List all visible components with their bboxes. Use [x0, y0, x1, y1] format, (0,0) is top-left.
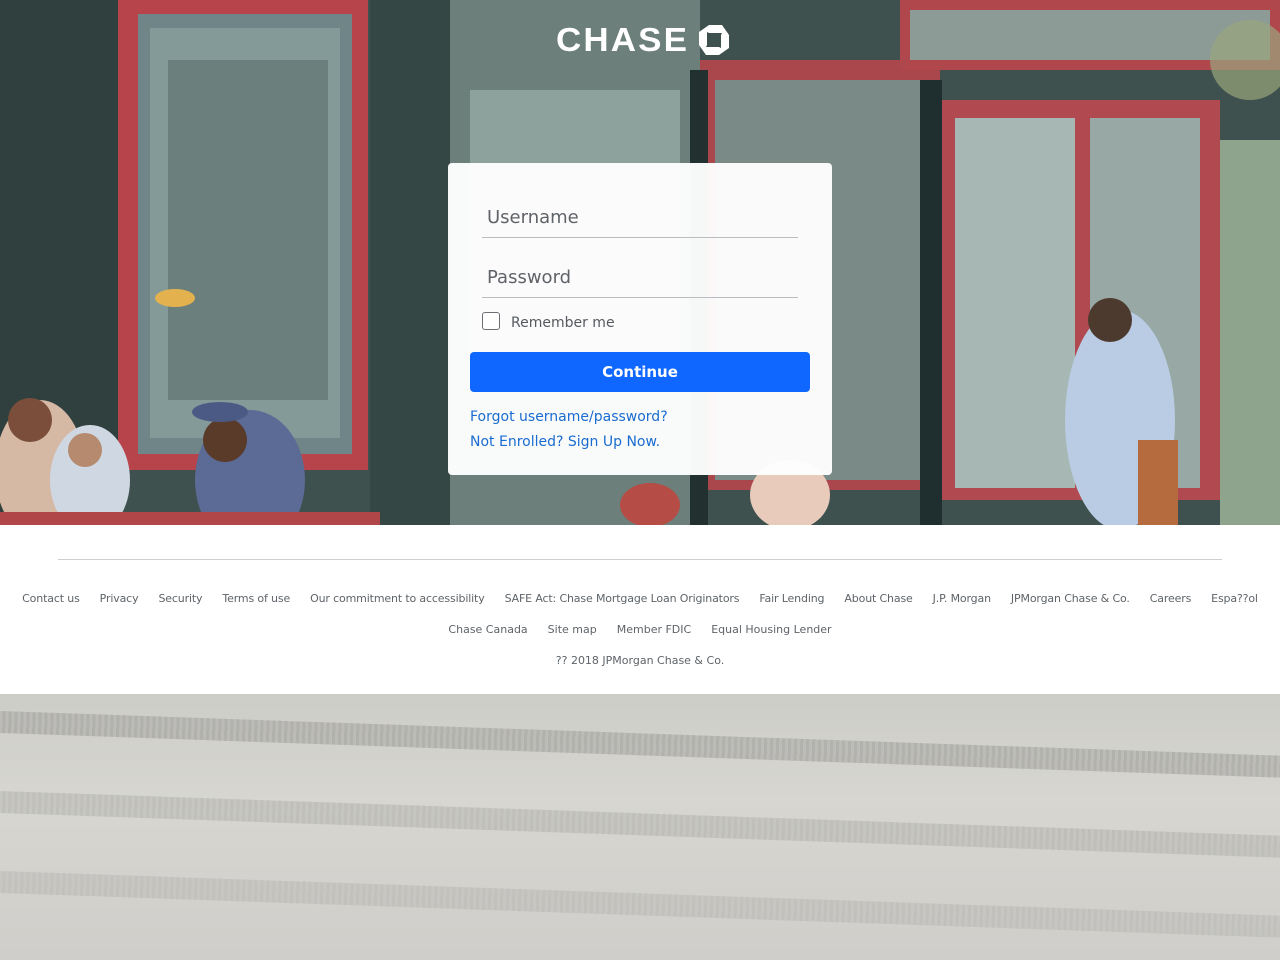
continue-button[interactable]: Continue — [470, 352, 810, 392]
brand-name: CHASE — [556, 21, 690, 58]
footer-link-espanol[interactable]: Espa??ol — [1211, 592, 1258, 605]
remember-me-toggle[interactable]: Remember me — [482, 311, 615, 331]
footer-links-primary: Contact us Privacy Security Terms of use… — [0, 592, 1280, 605]
login-panel: Remember me Continue Forgot username/pas… — [448, 163, 832, 475]
footer-link-jpmorgan-chase[interactable]: JPMorgan Chase & Co. — [1011, 592, 1130, 605]
footer-copyright-row: ?? 2018 JPMorgan Chase & Co. — [0, 654, 1280, 667]
footer-link-equal-housing[interactable]: Equal Housing Lender — [711, 623, 831, 636]
footer-link-contact-us[interactable]: Contact us — [22, 592, 80, 605]
footer-links-secondary: Chase Canada Site map Member FDIC Equal … — [0, 623, 1280, 636]
username-input[interactable] — [482, 198, 798, 238]
copyright-text: ?? 2018 JPMorgan Chase & Co. — [555, 654, 725, 667]
password-input[interactable] — [482, 258, 798, 298]
login-page: CHASE Remember me — [0, 0, 1280, 960]
remember-me-label: Remember me — [511, 315, 615, 331]
footer-link-privacy[interactable]: Privacy — [100, 592, 139, 605]
footer-link-security[interactable]: Security — [158, 592, 202, 605]
remember-me-checkbox[interactable] — [482, 312, 500, 330]
enroll-link[interactable]: Not Enrolled? Sign Up Now. — [470, 434, 660, 450]
footer-link-safe-act[interactable]: SAFE Act: Chase Mortgage Loan Originator… — [505, 592, 740, 605]
footer-link-member-fdic[interactable]: Member FDIC — [617, 623, 691, 636]
footer-link-accessibility[interactable]: Our commitment to accessibility — [310, 592, 485, 605]
footer-link-jp-morgan[interactable]: J.P. Morgan — [933, 592, 991, 605]
footer-link-about-chase[interactable]: About Chase — [844, 592, 912, 605]
footer-link-terms[interactable]: Terms of use — [222, 592, 290, 605]
pavement-photo — [0, 694, 1280, 960]
footer: Contact us Privacy Security Terms of use… — [0, 525, 1280, 694]
chase-octagon-icon — [698, 24, 730, 56]
footer-link-fair-lending[interactable]: Fair Lending — [759, 592, 824, 605]
footer-link-chase-canada[interactable]: Chase Canada — [448, 623, 527, 636]
footer-divider — [58, 559, 1222, 560]
forgot-credentials-link[interactable]: Forgot username/password? — [470, 409, 668, 425]
footer-link-careers[interactable]: Careers — [1150, 592, 1192, 605]
chase-logo[interactable]: CHASE — [556, 22, 730, 58]
footer-link-site-map[interactable]: Site map — [548, 623, 597, 636]
